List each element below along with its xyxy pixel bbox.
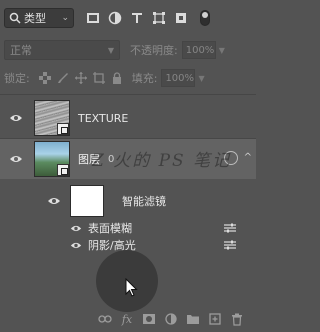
- layer-filter-bar: 类型 ⌄: [4, 7, 252, 29]
- filter-adjustment-layers-button[interactable]: [104, 8, 126, 28]
- new-group-button[interactable]: [182, 308, 204, 330]
- lock-icon: [112, 72, 121, 84]
- new-layer-icon: [209, 313, 221, 325]
- filter-shape-layers-button[interactable]: [148, 8, 170, 28]
- fill-label: 填充:: [131, 72, 158, 85]
- filter-pixel-layers-button[interactable]: [82, 8, 104, 28]
- visibility-eye-icon[interactable]: [68, 239, 84, 251]
- divider: [0, 94, 256, 95]
- artboard-icon: [92, 72, 105, 84]
- opacity-label: 不透明度:: [130, 44, 178, 57]
- layers-bottom-toolbar: fx: [0, 306, 256, 332]
- image-icon: [87, 13, 99, 23]
- layer-name-suffix: 0: [108, 153, 115, 165]
- lock-all-button[interactable]: [108, 70, 126, 86]
- visibility-eye-icon[interactable]: [46, 195, 62, 207]
- layer-thumbnail: [34, 141, 70, 177]
- smart-filters-label: 智能滤镜: [122, 195, 166, 208]
- link-layers-button[interactable]: [94, 308, 116, 330]
- smart-filter-item[interactable]: 表面模糊: [0, 219, 256, 237]
- folder-icon: [187, 315, 199, 324]
- type-icon: [132, 13, 142, 23]
- smart-filters-row[interactable]: 智能滤镜: [0, 181, 256, 221]
- smart-object-badge-icon: [57, 123, 69, 135]
- smart-filter-mask-thumbnail[interactable]: [70, 185, 104, 217]
- layer-style-button[interactable]: fx: [116, 308, 138, 330]
- lock-row: 锁定: 填充: 100% ▼: [4, 69, 252, 87]
- filter-toggle[interactable]: [200, 10, 210, 26]
- layers-panel: 类型 ⌄ 正常 ▼ 不透明度: 100% ▼ 锁定: 填充: 100% ▼ TE…: [0, 0, 256, 332]
- fx-icon: fx: [121, 312, 133, 326]
- mouse-pointer-icon: [125, 278, 138, 297]
- chevron-down-icon[interactable]: ▼: [219, 46, 225, 55]
- layer-row-layer-0[interactable]: 图层 0 ^: [0, 139, 256, 179]
- visibility-eye-icon[interactable]: [8, 153, 24, 165]
- smart-filter-badge-icon[interactable]: [224, 151, 238, 165]
- filter-kind-select[interactable]: 类型 ⌄: [4, 8, 74, 28]
- chevron-down-icon: ⌄: [61, 13, 69, 23]
- trash-icon: [232, 313, 242, 326]
- filter-icons: [82, 8, 210, 28]
- mask-icon: [143, 314, 155, 324]
- layer-row-texture[interactable]: TEXTURE: [0, 98, 256, 138]
- blend-mode-select[interactable]: 正常 ▼: [4, 40, 120, 60]
- smart-object-icon: [176, 13, 186, 23]
- visibility-eye-icon[interactable]: [68, 222, 84, 234]
- layer-name: TEXTURE: [78, 111, 129, 125]
- lock-artboard-button[interactable]: [90, 70, 108, 86]
- move-icon: [74, 72, 87, 84]
- delete-layer-button[interactable]: [226, 308, 248, 330]
- smart-object-badge-icon: [57, 164, 69, 176]
- lock-image-pixels-button[interactable]: [54, 70, 72, 86]
- filter-type-layers-button[interactable]: [126, 8, 148, 28]
- new-layer-button[interactable]: [204, 308, 226, 330]
- new-adjustment-layer-button[interactable]: [160, 308, 182, 330]
- chevron-down-icon[interactable]: ▼: [198, 74, 204, 83]
- lock-transparent-pixels-button[interactable]: [36, 70, 54, 86]
- layer-name: 图层: [78, 153, 100, 166]
- lock-label: 锁定:: [4, 72, 30, 85]
- collapse-caret-icon[interactable]: ^: [244, 152, 252, 163]
- adjustment-icon: [165, 313, 177, 325]
- opacity-field[interactable]: 100%: [181, 41, 216, 59]
- link-icon: [98, 315, 112, 323]
- chevron-down-icon: ▼: [107, 45, 114, 55]
- adjustment-icon: [108, 11, 122, 25]
- blend-row: 正常 ▼ 不透明度: 100% ▼: [4, 40, 252, 60]
- add-mask-button[interactable]: [138, 308, 160, 330]
- smart-filter-name: 表面模糊: [88, 222, 132, 235]
- fill-field[interactable]: 100%: [161, 69, 196, 87]
- brush-icon: [57, 73, 68, 83]
- shape-icon: [153, 12, 165, 24]
- filter-smart-objects-button[interactable]: [170, 8, 192, 28]
- blending-options-icon[interactable]: [224, 223, 236, 233]
- checkerboard-icon: [38, 72, 51, 84]
- blending-options-icon[interactable]: [224, 240, 236, 250]
- visibility-eye-icon[interactable]: [8, 112, 24, 124]
- lock-icons: [36, 70, 126, 86]
- filter-kind-label: 类型: [24, 12, 46, 25]
- blend-mode-label: 正常: [10, 44, 32, 57]
- lock-position-button[interactable]: [72, 70, 90, 86]
- search-icon: [9, 12, 21, 24]
- layer-thumbnail: [34, 100, 70, 136]
